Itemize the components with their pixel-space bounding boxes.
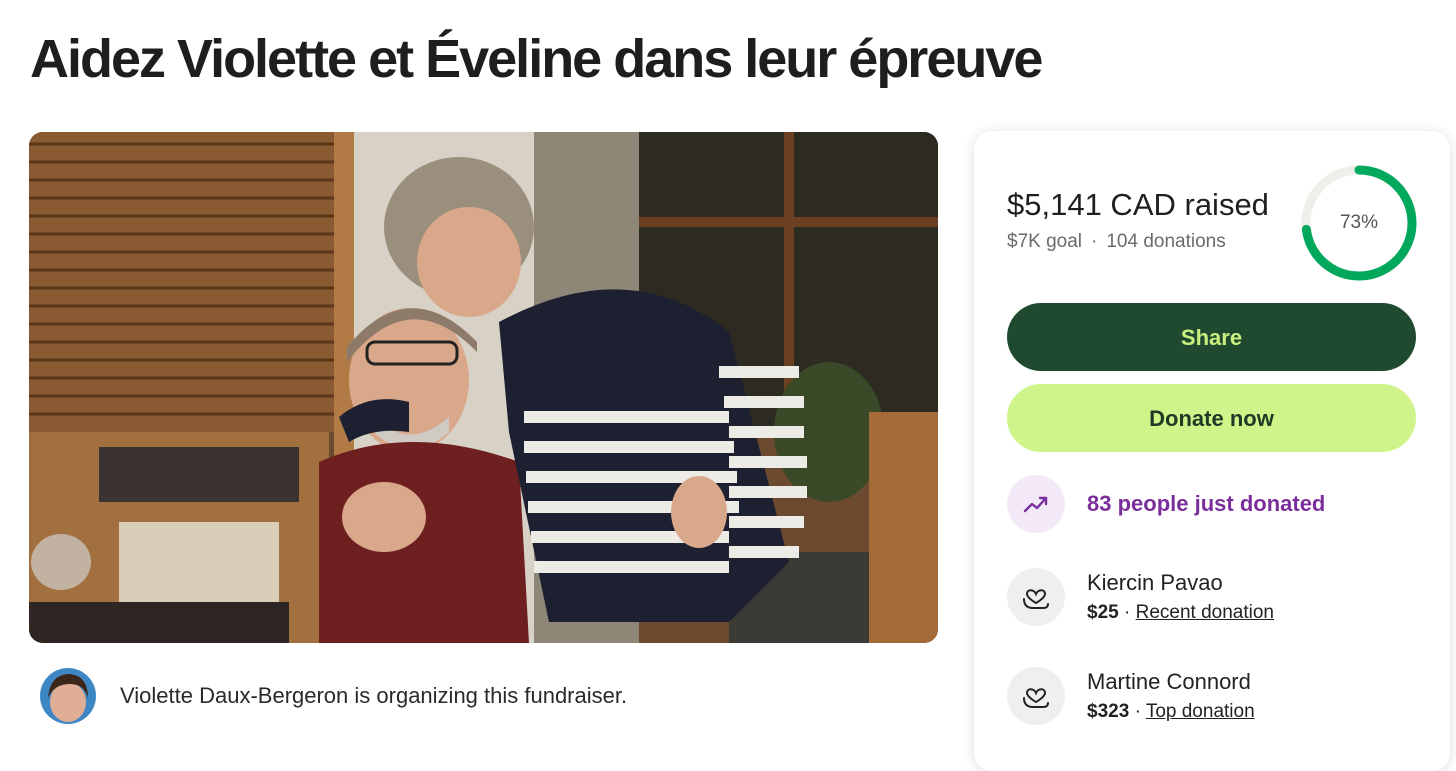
donate-now-button[interactable]: Donate now bbox=[1007, 384, 1416, 452]
donations-count: 104 donations bbox=[1106, 231, 1226, 252]
recent-activity: 83 people just donated bbox=[1007, 475, 1325, 533]
trending-up-icon bbox=[1007, 475, 1065, 533]
heart-hand-icon bbox=[1007, 568, 1065, 626]
organizer: Violette Daux-Bergeron is organizing thi… bbox=[40, 668, 627, 724]
goal-text: $7K goal bbox=[1007, 231, 1083, 252]
amount-raised: $5,141 CAD raised bbox=[1007, 187, 1269, 222]
recent-donation-link[interactable]: Recent donation bbox=[1136, 602, 1274, 623]
donation-item: Kiercin Pavao $25 · Recent donation bbox=[1007, 568, 1274, 626]
top-donation-link[interactable]: Top donation bbox=[1146, 701, 1255, 722]
progress-percent: 73% bbox=[1339, 212, 1379, 233]
donor-name: Martine Connord bbox=[1087, 669, 1251, 694]
goal-summary: $7K goal · 104 donations bbox=[1007, 231, 1226, 253]
donation-amount: $323 bbox=[1087, 701, 1130, 722]
separator: · bbox=[1091, 231, 1098, 252]
page-title: Aidez Violette et Éveline dans leur épre… bbox=[30, 29, 1043, 89]
recent-donors-text: 83 people just donated bbox=[1087, 491, 1326, 516]
organizer-avatar[interactable] bbox=[40, 668, 96, 724]
donation-card: $5,141 CAD raised $7K goal · 104 donations… bbox=[974, 131, 1450, 771]
separator: · bbox=[1123, 602, 1131, 623]
campaign-photo[interactable] bbox=[29, 132, 938, 643]
separator: · bbox=[1134, 701, 1141, 722]
organizer-text: Violette Daux-Bergeron is organizing thi… bbox=[120, 683, 628, 708]
heart-hand-icon bbox=[1007, 667, 1065, 725]
donation-item: Martine Connord $323 · Top donation bbox=[1007, 667, 1255, 725]
donation-amount: $25 bbox=[1087, 602, 1119, 623]
donor-name: Kiercin Pavao bbox=[1087, 570, 1223, 595]
share-button[interactable]: Share bbox=[1007, 303, 1416, 371]
